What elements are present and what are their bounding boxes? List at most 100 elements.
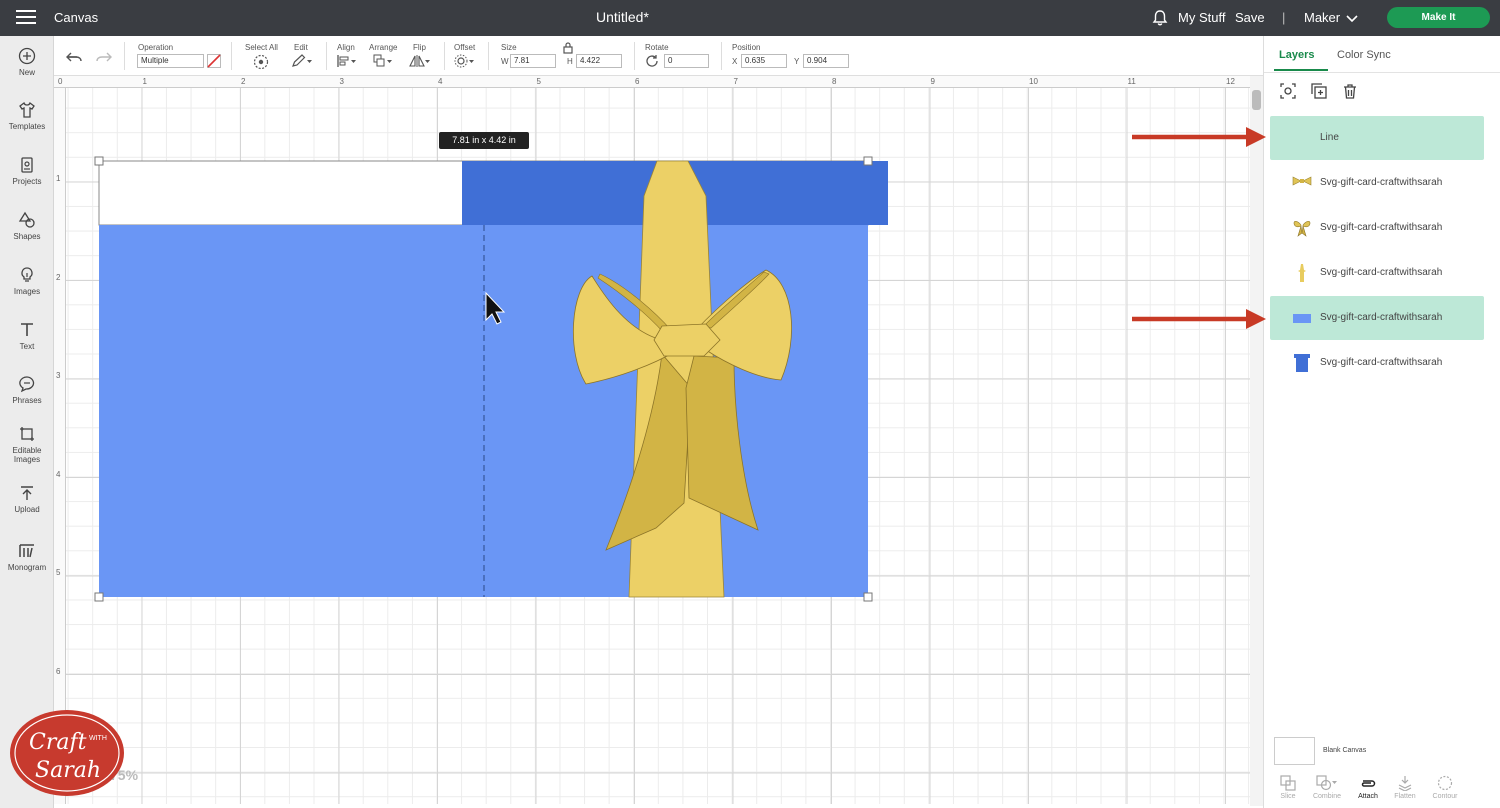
attach-button[interactable]: Attach — [1348, 775, 1388, 800]
make-it-button[interactable]: Make It — [1387, 7, 1490, 28]
trash-icon[interactable] — [1342, 83, 1358, 104]
ruler-tick-label: 11 — [1127, 77, 1136, 86]
ruler-tick-label: 10 — [1029, 77, 1038, 86]
pencil-icon[interactable] — [291, 54, 313, 73]
design-canvas[interactable] — [66, 88, 1250, 804]
arrange-icon[interactable] — [372, 54, 394, 73]
editable-images-icon — [20, 427, 34, 441]
layer-row-bow[interactable]: Svg-gift-card-craftwithsarah — [1270, 206, 1484, 250]
ruler-tick-label: 5 — [56, 568, 61, 577]
rotate-icon[interactable] — [645, 54, 659, 73]
sidebar-item-new[interactable]: New — [0, 47, 54, 77]
selection-handle-br[interactable] — [863, 592, 873, 602]
no-color-swatch-icon[interactable] — [207, 54, 221, 73]
undo-icon[interactable] — [66, 50, 82, 68]
gift-card-artwork[interactable] — [66, 88, 1250, 804]
offset-icon[interactable] — [454, 54, 476, 73]
hamburger-menu-icon[interactable] — [16, 10, 36, 25]
align-label: Align — [337, 43, 355, 52]
sidebar-label-projects: Projects — [12, 177, 42, 186]
y-position-input[interactable]: 0.904 — [803, 54, 849, 68]
top-bar: Canvas Untitled* My Stuff Save | Maker M… — [0, 0, 1500, 36]
slice-button[interactable]: Slice — [1268, 775, 1308, 800]
rotate-input[interactable]: 0 — [664, 54, 709, 68]
ruler-tick-label: 0 — [58, 77, 63, 86]
layer-row-card-shape[interactable]: Svg-gift-card-craftwithsarah — [1270, 341, 1484, 385]
layer-name: Svg-gift-card-craftwithsarah — [1320, 357, 1443, 368]
ruler-tick-label: 1 — [142, 77, 147, 86]
slice-icon — [1280, 775, 1296, 791]
layer-row-line[interactable]: Line — [1270, 116, 1484, 160]
text-icon — [21, 323, 33, 336]
selection-handle-bl[interactable] — [94, 592, 104, 602]
red-arrow-icon — [1132, 309, 1266, 329]
sidebar-item-projects[interactable]: Projects — [0, 156, 54, 186]
height-input[interactable]: 4.422 — [576, 54, 622, 68]
left-ruler: 1 2 3 4 5 6 — [54, 88, 66, 804]
dimension-tooltip: 7.81 in x 4.42 in — [439, 132, 529, 149]
scrollbar-thumb[interactable] — [1252, 90, 1261, 110]
sidebar-item-images[interactable]: Images — [0, 266, 54, 296]
sidebar-label-templates: Templates — [8, 122, 46, 131]
vertical-scrollbar[interactable] — [1250, 76, 1263, 806]
sidebar-label-editable-images: Editable Images — [12, 446, 42, 464]
layers-panel: Layers Color Sync Line Svg-gift-card-cra… — [1263, 36, 1500, 808]
width-input[interactable]: 7.81 — [510, 54, 556, 68]
group-icon[interactable] — [1280, 83, 1296, 104]
sidebar-item-templates[interactable]: Templates — [0, 101, 54, 131]
selection-handle-tl[interactable] — [94, 156, 104, 166]
my-stuff-link[interactable]: My Stuff — [1178, 10, 1225, 25]
sidebar-item-shapes[interactable]: Shapes — [0, 211, 54, 241]
shapes-icon — [18, 211, 35, 228]
blank-canvas-label: Blank Canvas — [1323, 747, 1367, 754]
select-all-icon[interactable] — [253, 54, 269, 75]
contour-button[interactable]: Contour — [1425, 775, 1465, 800]
duplicate-icon[interactable] — [1311, 83, 1327, 104]
layer-row-ribbon[interactable]: Svg-gift-card-craftwithsarah — [1270, 251, 1484, 295]
layer-name: Line — [1320, 132, 1339, 143]
sidebar-item-upload[interactable]: Upload — [0, 484, 54, 514]
card-shape-icon — [1292, 353, 1312, 376]
app-title: Canvas — [54, 10, 99, 25]
blank-canvas-swatch[interactable] — [1274, 737, 1315, 765]
lightbulb-icon — [21, 267, 33, 282]
combine-button[interactable]: Combine — [1307, 775, 1347, 800]
ruler-tick-label: 9 — [930, 77, 935, 86]
bell-icon[interactable] — [1152, 9, 1168, 31]
sidebar-label-images: Images — [13, 287, 41, 296]
sidebar-item-phrases[interactable]: Phrases — [0, 375, 54, 405]
layer-row-card-rect[interactable]: Svg-gift-card-craftwithsarah — [1270, 296, 1484, 340]
sidebar-item-text[interactable]: Text — [0, 321, 54, 351]
tab-color-sync[interactable]: Color Sync — [1337, 49, 1391, 61]
combine-icon — [1316, 775, 1337, 791]
flatten-icon — [1398, 776, 1412, 791]
sidebar-item-monogram[interactable]: Monogram — [0, 542, 54, 572]
chevron-down-icon[interactable] — [1346, 11, 1358, 29]
machine-select[interactable]: Maker — [1304, 10, 1340, 25]
layer-row-bow-flat[interactable]: Svg-gift-card-craftwithsarah — [1270, 161, 1484, 205]
sidebar-item-editable-images[interactable]: Editable Images — [0, 425, 54, 464]
flip-icon[interactable] — [409, 54, 431, 73]
align-icon[interactable] — [336, 54, 358, 73]
ruler-tick-label: 1 — [56, 174, 61, 183]
ruler-tick-label: 4 — [56, 469, 61, 479]
ruler-tick-label: 5 — [536, 77, 541, 86]
edit-toolbar: Operation Multiple Select All Edit Align… — [54, 36, 1263, 76]
ruler-tick-label: 12 — [1226, 77, 1235, 86]
operation-select[interactable]: Multiple — [137, 54, 204, 68]
speech-bubble-icon — [19, 376, 35, 393]
x-position-input[interactable]: 0.635 — [741, 54, 787, 68]
ruler-tick-label: 6 — [56, 666, 61, 676]
combine-label: Combine — [1312, 793, 1341, 800]
save-link[interactable]: Save — [1235, 10, 1265, 25]
tab-layers[interactable]: Layers — [1279, 49, 1314, 61]
layer-name: Svg-gift-card-craftwithsarah — [1320, 222, 1443, 233]
layer-name: Svg-gift-card-craftwithsarah — [1320, 267, 1443, 278]
document-title[interactable]: Untitled* — [596, 9, 649, 25]
ruler-tick-label: 2 — [56, 272, 61, 282]
projects-icon — [21, 157, 33, 173]
flip-label: Flip — [413, 43, 426, 52]
flatten-button[interactable]: Flatten — [1385, 775, 1425, 800]
selection-handle-tr[interactable] — [863, 156, 873, 166]
redo-icon[interactable] — [96, 50, 112, 68]
